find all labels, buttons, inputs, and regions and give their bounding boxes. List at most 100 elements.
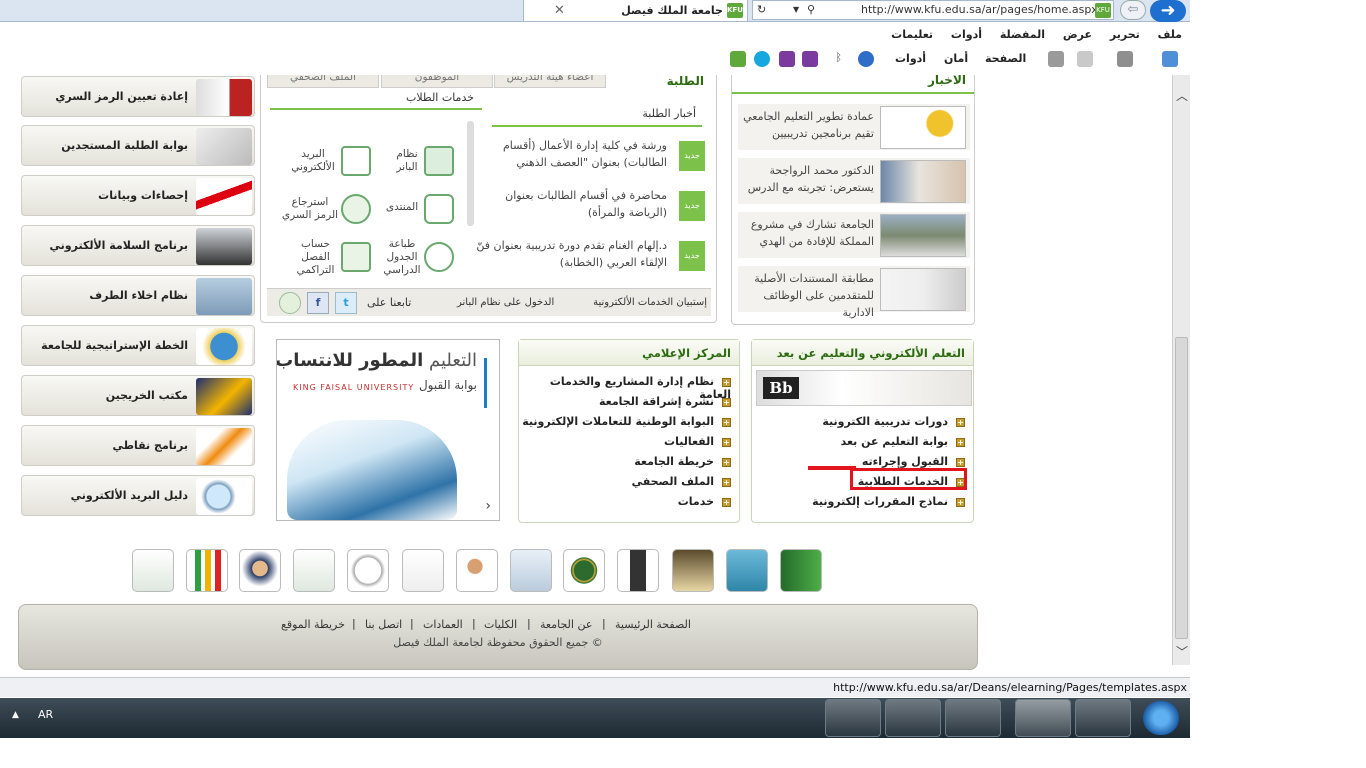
scroll-thumb[interactable] (1175, 337, 1188, 639)
twitter-icon[interactable]: t (335, 292, 357, 314)
kfu-logo-icon[interactable] (563, 549, 605, 592)
footer-link-contact[interactable]: اتصل بنا (365, 618, 402, 631)
news-item[interactable]: مطابقة المستندات الأصلية للمتقدمين على ا… (738, 266, 970, 319)
bluetooth-icon[interactable]: ᛒ (826, 51, 842, 67)
mail-icon[interactable] (341, 146, 371, 176)
user-globe-icon[interactable] (456, 549, 498, 592)
sidebar-item-new-students[interactable]: بوابة الطلبة المستجدين (21, 125, 255, 166)
dropdown-arrow-icon[interactable]: ▼ (793, 1, 799, 19)
scroll-up-icon[interactable]: ︿ (1176, 87, 1188, 104)
menu-view[interactable]: عرض (1063, 24, 1092, 46)
print-icon[interactable] (1048, 51, 1064, 67)
media-item[interactable]: + خريطة الجامعة (634, 455, 731, 468)
media-item[interactable]: + الملف الصحفي (632, 475, 731, 488)
news-item[interactable]: جديد ورشة في كلية إدارة الأعمال (أقسام ا… (487, 137, 705, 177)
survey-link[interactable]: إستبيان الخدمات الألكترونية (593, 297, 707, 308)
elearning-item[interactable]: + دورات تدريبية الكترونية (822, 415, 965, 428)
close-icon[interactable]: ✕ (554, 0, 565, 21)
sidebar-item-statistics[interactable]: إحصاءات وبيانات (21, 175, 255, 216)
internet-explorer-icon[interactable] (1015, 699, 1071, 737)
service-label-forum[interactable]: المنتدى (381, 201, 423, 214)
clock-icon[interactable] (424, 242, 454, 272)
banner-login-link[interactable]: الدخول على نظام البانر (457, 297, 554, 308)
chat-icon[interactable] (279, 292, 301, 314)
sidebar-item-clearance[interactable]: نظام اخلاء الطرف (21, 275, 255, 316)
tab-faculty[interactable]: أعضاء هيئة التدريس (494, 75, 606, 88)
blackboard-banner[interactable]: Bb (756, 370, 972, 406)
browser-tab[interactable]: KFU جامعة الملك فيصل ✕ (523, 0, 748, 22)
service-label-password[interactable]: استرجاع الرمز السري (281, 196, 339, 222)
news-item[interactable]: جديد محاضرة في أقسام الطالبات بعنوان (ال… (487, 187, 705, 227)
safety-menu[interactable]: أمان (944, 52, 968, 65)
scroll-down-icon[interactable]: ﹀ (1176, 643, 1188, 660)
promo-banner[interactable]: التعليم المطور للانتساب KING FAISAL UNIV… (276, 339, 500, 521)
skype-icon[interactable] (754, 51, 770, 67)
tab-press-file[interactable]: الملف الصحفي (267, 75, 379, 88)
footer-link-home[interactable]: الصفحة الرئيسية (615, 618, 691, 631)
facebook-icon[interactable]: f (307, 292, 329, 314)
chat-bubble-icon[interactable] (424, 194, 454, 224)
media-item[interactable]: + البوابة الوطنية للتعاملات الإلكترونية (522, 415, 731, 428)
home-icon[interactable] (1162, 51, 1178, 67)
language-indicator[interactable]: AR (38, 708, 53, 721)
media-item[interactable]: + خدمات (678, 495, 731, 508)
file-explorer-icon[interactable] (825, 699, 881, 737)
sidebar-item-alumni-office[interactable]: مكتب الخريجين (21, 375, 255, 416)
menu-edit[interactable]: تحرير (1110, 24, 1140, 46)
elearning-item[interactable]: + بوابة التعليم عن بعد (841, 435, 965, 448)
gmail-icon[interactable] (132, 549, 174, 592)
service-label-email[interactable]: البريد الألكتروني (283, 148, 343, 174)
help-icon[interactable] (858, 51, 874, 67)
folder-windows-icon[interactable] (726, 549, 768, 592)
addon-icon[interactable] (730, 51, 746, 67)
tools-menu[interactable]: أدوات (895, 52, 926, 65)
tab-staff[interactable]: الموظفون (381, 75, 493, 88)
mail-icon[interactable] (1077, 51, 1093, 67)
monitor-icon[interactable] (424, 146, 454, 176)
sidebar-item-strategic-plan[interactable]: الخطة الإستراتيجية للجامعة (21, 325, 255, 366)
blackberry-icon[interactable] (885, 699, 941, 737)
service-label-gpa[interactable]: حساب الفصل التراكمي (293, 238, 338, 277)
elearning-item[interactable]: + القبول وإجراءته (862, 455, 965, 468)
news-item[interactable]: الدكتور محمد الرواجحة يستعرض: تجربته مع … (738, 158, 970, 204)
elearning-item[interactable]: + نماذج المقررات إلكترونية (812, 495, 965, 508)
skype-icon[interactable] (945, 699, 1001, 737)
search-icon[interactable]: ⚲ (807, 1, 815, 19)
key-icon[interactable] (341, 194, 371, 224)
sidebar-item-safety-program[interactable]: برنامج السلامة الألكتروني (21, 225, 255, 266)
sidebar-item-email-directory[interactable]: دليل البريد الألكتروني (21, 475, 255, 516)
footer-link-colleges[interactable]: الكليات (484, 618, 517, 631)
firefox-icon[interactable] (1075, 699, 1131, 737)
menu-tools[interactable]: أدوات (951, 24, 982, 46)
footer-link-sitemap[interactable]: خريطة الموقع (281, 618, 345, 631)
tab-students[interactable]: الطلبة (667, 75, 704, 88)
sidebar-item-points-program[interactable]: برنامج نقاطي (21, 425, 255, 466)
mobile-phone-icon[interactable] (617, 549, 659, 592)
onenote-linked-icon[interactable] (779, 51, 795, 67)
service-label-banner[interactable]: نظام البانر (389, 148, 425, 174)
mouse-document-icon[interactable] (510, 549, 552, 592)
menu-favorites[interactable]: المفضلة (1000, 24, 1045, 46)
news-item[interactable]: الجامعة تشارك في مشروع المملكة للإفادة م… (738, 212, 970, 258)
notepad-icon[interactable] (402, 549, 444, 592)
media-item[interactable]: + الفعاليات (664, 435, 731, 448)
chevron-right-icon[interactable]: › (485, 498, 491, 514)
footer-link-about[interactable]: عن الجامعة (540, 618, 592, 631)
windows-start-icon[interactable] (1143, 701, 1179, 735)
back-arrow-icon[interactable]: ⇦ (1120, 0, 1146, 20)
graduate-user-icon[interactable] (239, 549, 281, 592)
menu-help[interactable]: تعليمات (891, 24, 933, 46)
rss-feed-icon[interactable] (1117, 51, 1133, 67)
footer-link-deanships[interactable]: العمادات (423, 618, 463, 631)
calculator-icon[interactable] (341, 242, 371, 272)
bar-chart-icon[interactable] (186, 549, 228, 592)
computer-monitor-icon[interactable] (293, 549, 335, 592)
page-scrollbar[interactable]: ︿ ﹀ (1172, 75, 1190, 665)
tray-expand-icon[interactable]: ▲ (12, 710, 19, 720)
news-monitor-icon[interactable] (672, 549, 714, 592)
news-item[interactable]: جديد د.إلهام الغنام تقدم دورة تدريبية بع… (476, 237, 705, 277)
page-menu[interactable]: الصفحة (985, 52, 1026, 65)
refresh-icon[interactable]: ↻ (757, 1, 766, 19)
services-scrollbar[interactable] (467, 121, 474, 226)
media-item[interactable]: + نشرة إشراقة الجامعة (599, 395, 731, 408)
